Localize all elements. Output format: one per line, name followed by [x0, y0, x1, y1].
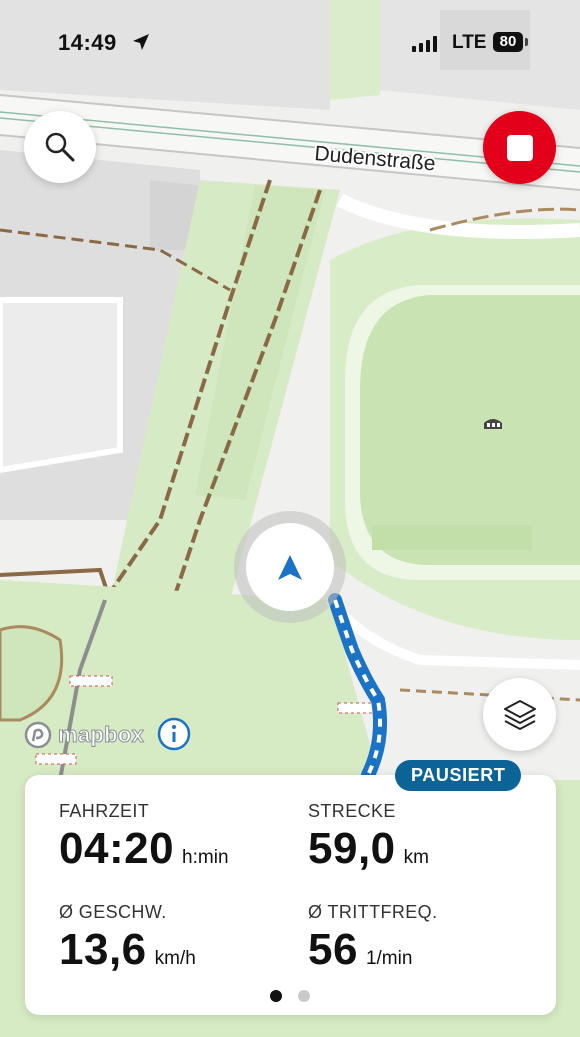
location-services-icon	[133, 34, 149, 50]
stat-speed: 13,6 km/h	[59, 925, 196, 975]
stop-recording-button[interactable]	[483, 111, 556, 184]
battery-icon: 80	[493, 32, 523, 52]
stat-label-speed: Ø GESCHW.	[59, 902, 167, 922]
stat-unit-cadence: 1/min	[365, 948, 413, 969]
status-bar: 14:49 LTE 80	[0, 28, 580, 62]
clock: 14:49	[58, 30, 117, 55]
stat-duration: 04:20 h:min	[59, 824, 229, 874]
mapbox-logo-icon	[24, 721, 52, 749]
mapbox-attribution[interactable]: mapbox	[24, 719, 144, 751]
network-type: LTE	[452, 32, 487, 53]
layers-icon	[503, 699, 536, 730]
battery-tip	[525, 38, 528, 46]
page-dot-1[interactable]	[270, 990, 282, 1002]
info-icon[interactable]	[156, 716, 192, 752]
cellular-signal-icon	[412, 36, 437, 52]
stat-value-cadence: 56	[308, 925, 358, 974]
page-indicator[interactable]	[270, 990, 310, 1002]
stat-label-distance: STRECKE	[308, 801, 396, 821]
magnifier-icon	[45, 132, 75, 162]
stat-value-speed: 13,6	[59, 925, 147, 974]
status-badge: PAUSIERT	[395, 760, 522, 791]
search-button[interactable]	[24, 111, 96, 183]
stat-value-duration: 04:20	[59, 824, 175, 873]
stat-label-duration: FAHRZEIT	[59, 801, 150, 821]
stat-value-distance: 59,0	[308, 824, 396, 873]
stat-unit-distance: km	[403, 847, 429, 868]
map-layers-button[interactable]	[483, 678, 556, 751]
mapbox-wordmark: mapbox	[57, 722, 145, 748]
stat-unit-duration: h:min	[182, 847, 229, 868]
stat-unit-speed: km/h	[154, 948, 196, 969]
stat-label-cadence: Ø TRITTFREQ.	[308, 902, 438, 922]
page-dot-2[interactable]	[298, 990, 310, 1002]
stop-icon	[506, 134, 533, 161]
stat-distance: 59,0 km	[308, 824, 429, 874]
stat-cadence: 56 1/min	[308, 925, 412, 975]
